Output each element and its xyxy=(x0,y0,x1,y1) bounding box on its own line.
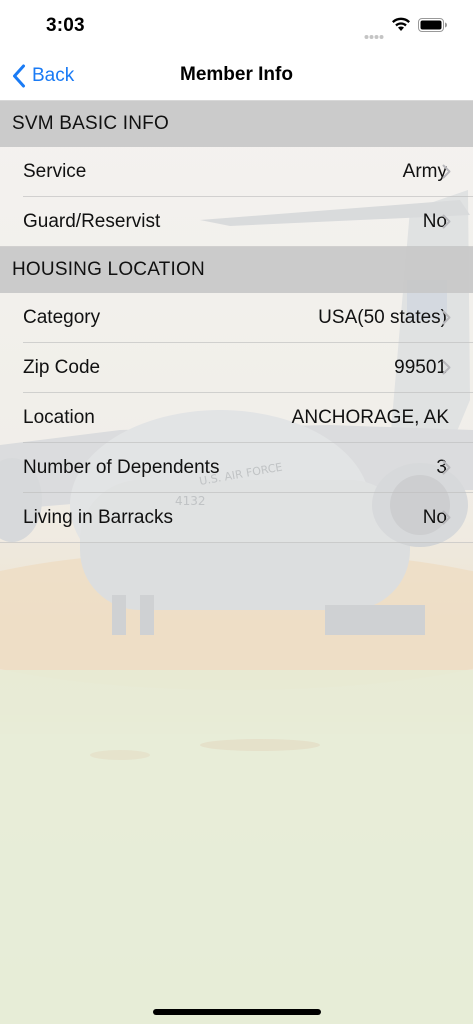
row-category[interactable]: Category USA(50 states) xyxy=(0,293,473,343)
navigation-bar: Back Member Info xyxy=(0,50,473,101)
section-header-svm-basic-info: SVM BASIC INFO xyxy=(0,101,473,147)
row-service[interactable]: Service Army xyxy=(0,147,473,197)
wifi-icon xyxy=(391,16,411,37)
battery-icon xyxy=(418,18,448,37)
row-guard-reservist[interactable]: Guard/Reservist No xyxy=(0,197,473,247)
chevron-right-icon xyxy=(442,460,451,475)
row-label: Zip Code xyxy=(23,357,101,378)
status-bar: 3:03 xyxy=(0,0,473,50)
row-value: 99501 xyxy=(394,357,447,378)
section-header-housing-location: HOUSING LOCATION xyxy=(0,247,473,293)
row-label: Guard/Reservist xyxy=(23,211,161,232)
member-info-table: SVM BASIC INFO Service Army Guard/Reserv… xyxy=(0,101,473,543)
row-number-of-dependents[interactable]: Number of Dependents 3 xyxy=(0,443,473,493)
row-label: Number of Dependents xyxy=(23,457,220,478)
row-zip-code[interactable]: Zip Code 99501 xyxy=(0,343,473,393)
chevron-right-icon xyxy=(442,214,451,229)
row-label: Service xyxy=(23,161,87,182)
row-living-in-barracks[interactable]: Living in Barracks No xyxy=(0,493,473,543)
status-time: 3:03 xyxy=(46,15,85,36)
chevron-right-icon xyxy=(442,310,451,325)
row-value: USA(50 states) xyxy=(318,307,447,328)
home-indicator[interactable] xyxy=(153,1009,321,1015)
row-label: Category xyxy=(23,307,101,328)
row-value: ANCHORAGE, AK xyxy=(291,407,449,428)
chevron-right-icon xyxy=(442,360,451,375)
row-label: Living in Barracks xyxy=(23,507,173,528)
row-value: Army xyxy=(402,161,447,182)
chevron-right-icon xyxy=(442,164,451,179)
chevron-right-icon xyxy=(442,510,451,525)
page-title: Member Info xyxy=(180,64,293,85)
row-label: Location xyxy=(23,407,95,428)
cellular-signal-icon xyxy=(364,27,384,45)
row-location: Location ANCHORAGE, AK xyxy=(0,393,473,443)
